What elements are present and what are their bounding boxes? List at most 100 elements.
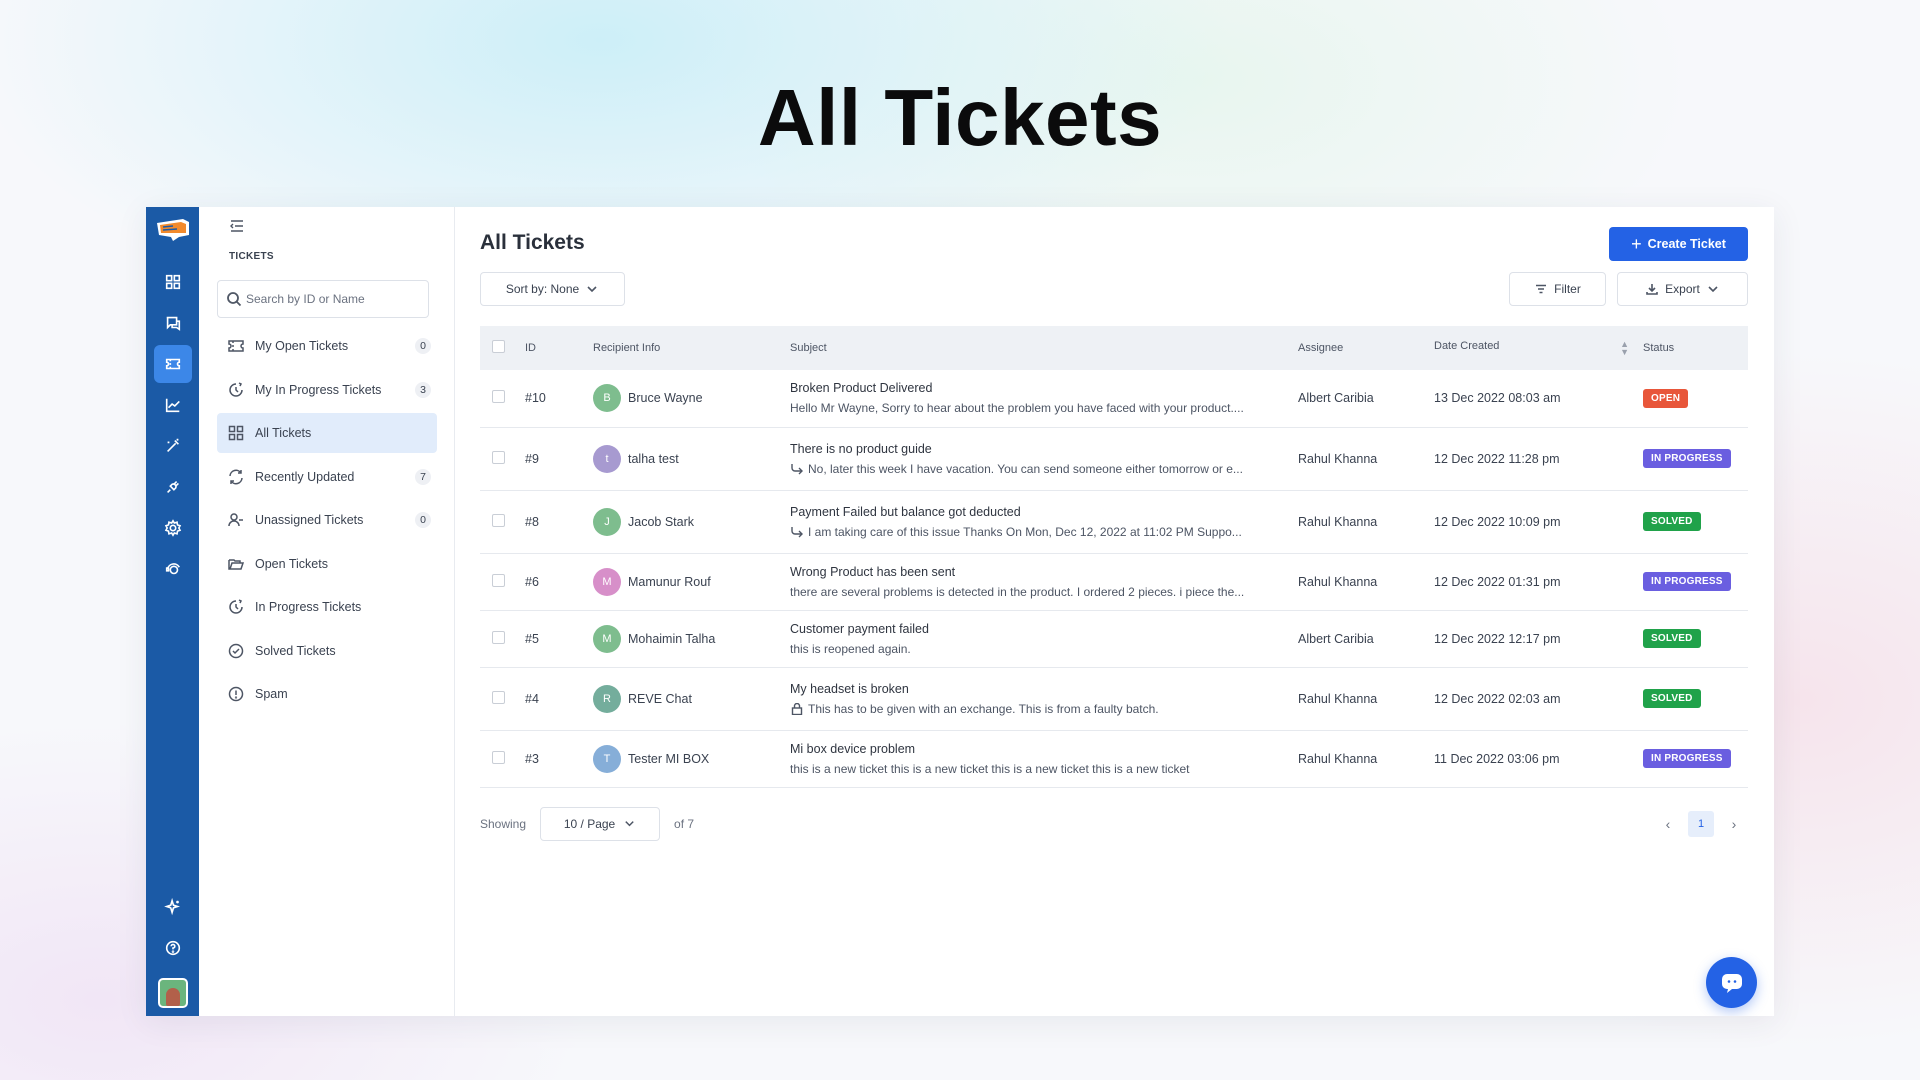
table-row[interactable]: #6 M Mamunur Rouf Wrong Product has been se… <box>480 553 1748 610</box>
ticket-id[interactable]: #5 <box>525 610 593 667</box>
ticket-subject[interactable]: Customer payment failed this is reopened … <box>790 610 1298 667</box>
ticket-subject[interactable]: There is no product guide No, later this … <box>790 427 1298 490</box>
chat-icon[interactable] <box>154 304 192 342</box>
page-size-value: 10 / Page <box>563 816 616 831</box>
progress-icon <box>229 381 243 397</box>
sort-icon[interactable]: ▲ ▼ <box>1620 340 1629 357</box>
sort-dropdown[interactable]: Sort by: None <box>480 272 625 306</box>
recipient-name: Tester MI BOX <box>628 751 710 766</box>
sidebar-item-recently-updated[interactable]: Recently Updated 7 <box>217 457 437 497</box>
recipient-info[interactable]: J Jacob Stark <box>593 507 790 536</box>
ticket-id[interactable]: #10 <box>525 370 593 427</box>
help-icon[interactable] <box>154 929 192 967</box>
subject-snippet: this is reopened again. <box>790 642 1270 656</box>
column-header-status[interactable]: Status <box>1643 326 1748 370</box>
row-checkbox[interactable] <box>492 690 505 704</box>
ticket-subject[interactable]: My headset is broken This has to be given… <box>790 667 1298 730</box>
app-window: TICKETS My Open Tickets 0 My In Progress… <box>146 207 1774 1016</box>
column-header-subject[interactable]: Subject <box>790 326 1298 370</box>
date-created: 12 Dec 2022 11:28 pm <box>1434 451 1560 466</box>
sidebar-item-open-tickets[interactable]: Open Tickets <box>217 544 437 584</box>
rail-bottom <box>154 888 192 1008</box>
sidebar-item-solved-tickets[interactable]: Solved Tickets <box>217 631 437 671</box>
ticket-subject[interactable]: Payment Failed but balance got deducted I… <box>790 490 1298 553</box>
settings-icon[interactable] <box>154 509 192 547</box>
sidebar-item-in-progress-tickets[interactable]: In Progress Tickets <box>217 587 437 627</box>
brand-logo-icon[interactable] <box>153 213 193 245</box>
ticket-id[interactable]: #6 <box>525 553 593 610</box>
next-page-icon[interactable]: › <box>1726 816 1742 832</box>
chevron-down-icon <box>587 286 597 293</box>
plugin-icon[interactable] <box>154 468 192 506</box>
recipient-info[interactable]: T Tester MI BOX <box>593 744 790 773</box>
count-badge: 0 <box>415 512 431 528</box>
main-content: All Tickets + Create Ticket Sort by: Non… <box>455 207 1774 1016</box>
row-checkbox[interactable] <box>492 450 505 464</box>
subject-snippet: this is a new ticket this is a new ticke… <box>790 762 1270 776</box>
date-created: 13 Dec 2022 08:03 am <box>1434 391 1561 406</box>
sidebar-item-spam[interactable]: Spam <box>217 674 437 714</box>
create-ticket-button[interactable]: + Create Ticket <box>1609 226 1748 261</box>
row-checkbox[interactable] <box>492 390 505 404</box>
sidebar-item-my-open-tickets[interactable]: My Open Tickets 0 <box>217 326 437 366</box>
recipient-info[interactable]: M Mamunur Rouf <box>593 567 790 596</box>
column-header-date-created[interactable]: Date Created ▲ ▼ <box>1434 326 1643 370</box>
magic-wand-icon[interactable] <box>154 427 192 465</box>
user-avatar[interactable] <box>157 978 188 1008</box>
sidebar-item-unassigned-tickets[interactable]: Unassigned Tickets 0 <box>217 500 437 540</box>
row-checkbox[interactable] <box>492 750 505 764</box>
ticket-id[interactable]: #8 <box>525 490 593 553</box>
column-header-assignee[interactable]: Assignee <box>1298 326 1434 370</box>
export-dropdown[interactable]: Export <box>1617 272 1748 306</box>
ticket-id[interactable]: #4 <box>525 667 593 730</box>
assignee: Rahul Khanna <box>1298 751 1378 766</box>
chat-widget-button[interactable] <box>1706 957 1757 1008</box>
analytics-icon[interactable] <box>154 386 192 424</box>
row-checkbox[interactable] <box>492 573 505 587</box>
table-row[interactable]: #4 R REVE Chat My headset is broken This has… <box>480 667 1748 730</box>
recipient-info[interactable]: B Bruce Wayne <box>593 384 790 413</box>
assignee: Rahul Khanna <box>1298 574 1378 589</box>
support-agent-icon[interactable] <box>154 550 192 588</box>
plus-icon: + <box>1631 233 1642 254</box>
sidebar-item-all-tickets[interactable]: All Tickets <box>217 413 437 453</box>
column-header-recipient[interactable]: Recipient Info <box>593 326 790 370</box>
ticket-icon[interactable] <box>153 345 192 383</box>
table-row[interactable]: #3 T Tester MI BOX Mi box device problem thi… <box>480 730 1748 787</box>
refresh-icon <box>229 469 243 484</box>
sparkle-icon[interactable] <box>154 888 192 926</box>
ticket-subject[interactable]: Broken Product Delivered Hello Mr Wayne, … <box>790 370 1298 427</box>
chevron-down-icon <box>625 821 634 827</box>
table-row[interactable]: #8 J Jacob Stark Payment Failed but balance… <box>480 490 1748 553</box>
row-checkbox[interactable] <box>492 513 505 527</box>
page-size-select[interactable]: 10 / Page <box>540 806 661 841</box>
recipient-info[interactable]: M Mohaimin Talha <box>593 624 790 653</box>
ticket-id[interactable]: #3 <box>525 730 593 787</box>
count-badge: 7 <box>415 468 431 485</box>
column-header-id[interactable]: ID <box>525 326 593 370</box>
prev-page-icon[interactable]: ‹ <box>1660 816 1676 832</box>
table-row[interactable]: #10 B Bruce Wayne Broken Product Delivered H… <box>480 370 1748 427</box>
recipient-info[interactable]: t talha test <box>593 444 790 473</box>
select-all-checkbox[interactable] <box>492 340 505 353</box>
recipient-name: Jacob Stark <box>628 514 695 529</box>
chat-bubble-icon <box>1721 973 1742 993</box>
row-checkbox[interactable] <box>492 630 505 644</box>
filter-button[interactable]: Filter <box>1509 272 1606 306</box>
sidebar-item-my-in-progress-tickets[interactable]: My In Progress Tickets 3 <box>217 370 437 410</box>
table-row[interactable]: #5 M Mohaimin Talha Customer payment failed… <box>480 610 1748 667</box>
total-pages-label: of 7 <box>674 816 695 831</box>
ticket-id[interactable]: #9 <box>525 427 593 490</box>
table-row[interactable]: #9 t talha test There is no product guide No… <box>480 427 1748 490</box>
recipient-info[interactable]: R REVE Chat <box>593 684 790 713</box>
subject-title: My headset is broken <box>790 681 909 696</box>
ticket-search[interactable] <box>217 280 429 318</box>
dashboard-icon[interactable] <box>154 263 192 301</box>
reply-icon <box>791 463 803 474</box>
ticket-subject[interactable]: Mi box device problem this is a new ticke… <box>790 730 1298 787</box>
page-number[interactable]: 1 <box>1688 810 1714 837</box>
search-input[interactable] <box>246 292 416 306</box>
ticket-subject[interactable]: Wrong Product has been sent there are sev… <box>790 553 1298 610</box>
snippet-text: This has to be given with an exchange. T… <box>808 701 1159 716</box>
collapse-sidebar-icon[interactable] <box>228 217 246 235</box>
